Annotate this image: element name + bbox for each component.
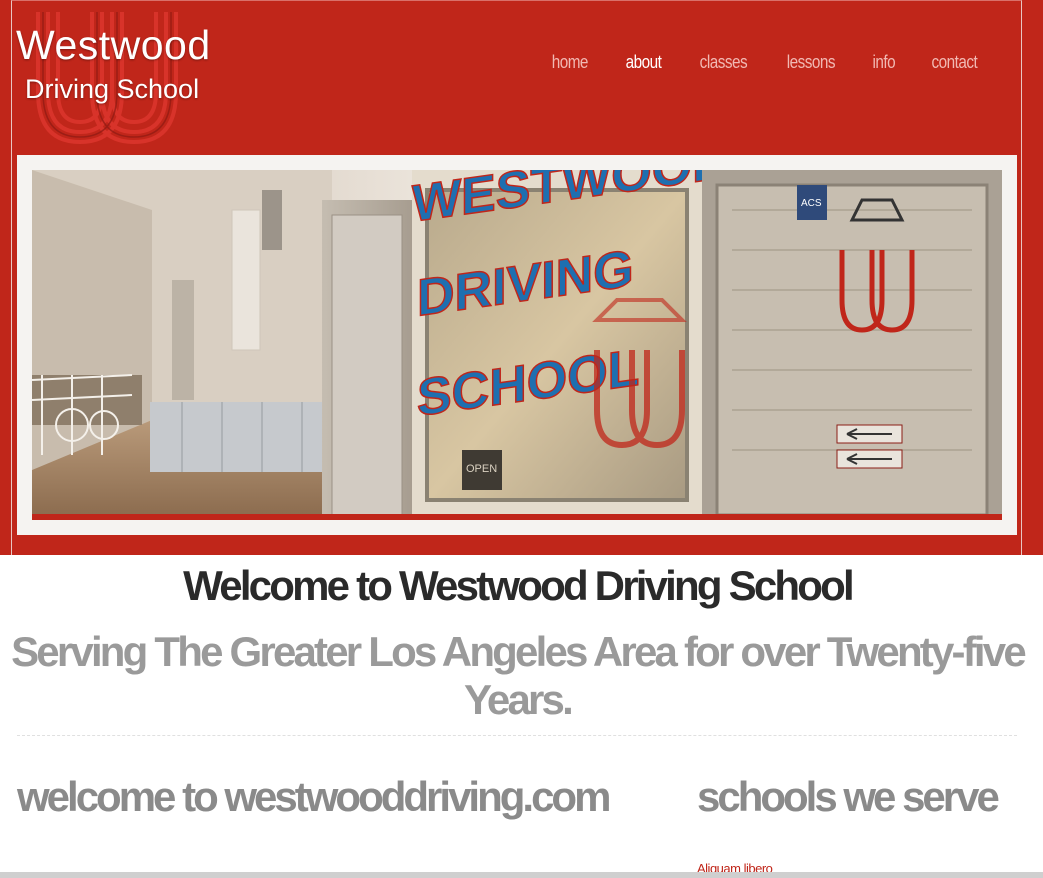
hallway-photo-image: WESTWOOD DRIVING SCHOOL OPEN ACS — [32, 170, 1002, 514]
schools-section-heading: schools we serve — [697, 773, 1000, 820]
bottom-scroll-bar — [0, 872, 1043, 878]
nav-classes[interactable]: classes — [686, 50, 760, 75]
nav-home[interactable]: home — [539, 50, 602, 75]
door-label: OPEN — [466, 463, 497, 475]
site-logo[interactable]: Westwood Driving School — [14, 8, 229, 153]
nav-about[interactable]: about — [612, 50, 674, 75]
logo-subtitle: Driving School — [25, 74, 200, 104]
welcome-section-heading: welcome to westwooddriving.com — [17, 773, 611, 820]
welcome-subtitle: Serving The Greater Los Angeles Area for… — [11, 628, 1027, 723]
hero-banner: WESTWOOD DRIVING SCHOOL OPEN ACS — [17, 155, 1017, 535]
section-divider — [17, 735, 1017, 736]
logo-title: Westwood — [16, 22, 211, 68]
nav-contact[interactable]: contact — [919, 50, 991, 75]
hero-photo: WESTWOOD DRIVING SCHOOL OPEN ACS — [32, 170, 1002, 520]
nav-info[interactable]: info — [859, 50, 908, 75]
main-nav: home about classes lessons info contact — [533, 50, 997, 75]
site-header: Westwood Driving School home about class… — [0, 0, 1043, 555]
door-badge: ACS — [801, 198, 822, 209]
nav-lessons[interactable]: lessons — [773, 50, 848, 75]
welcome-title: Welcome to Westwood Driving School — [183, 562, 854, 609]
